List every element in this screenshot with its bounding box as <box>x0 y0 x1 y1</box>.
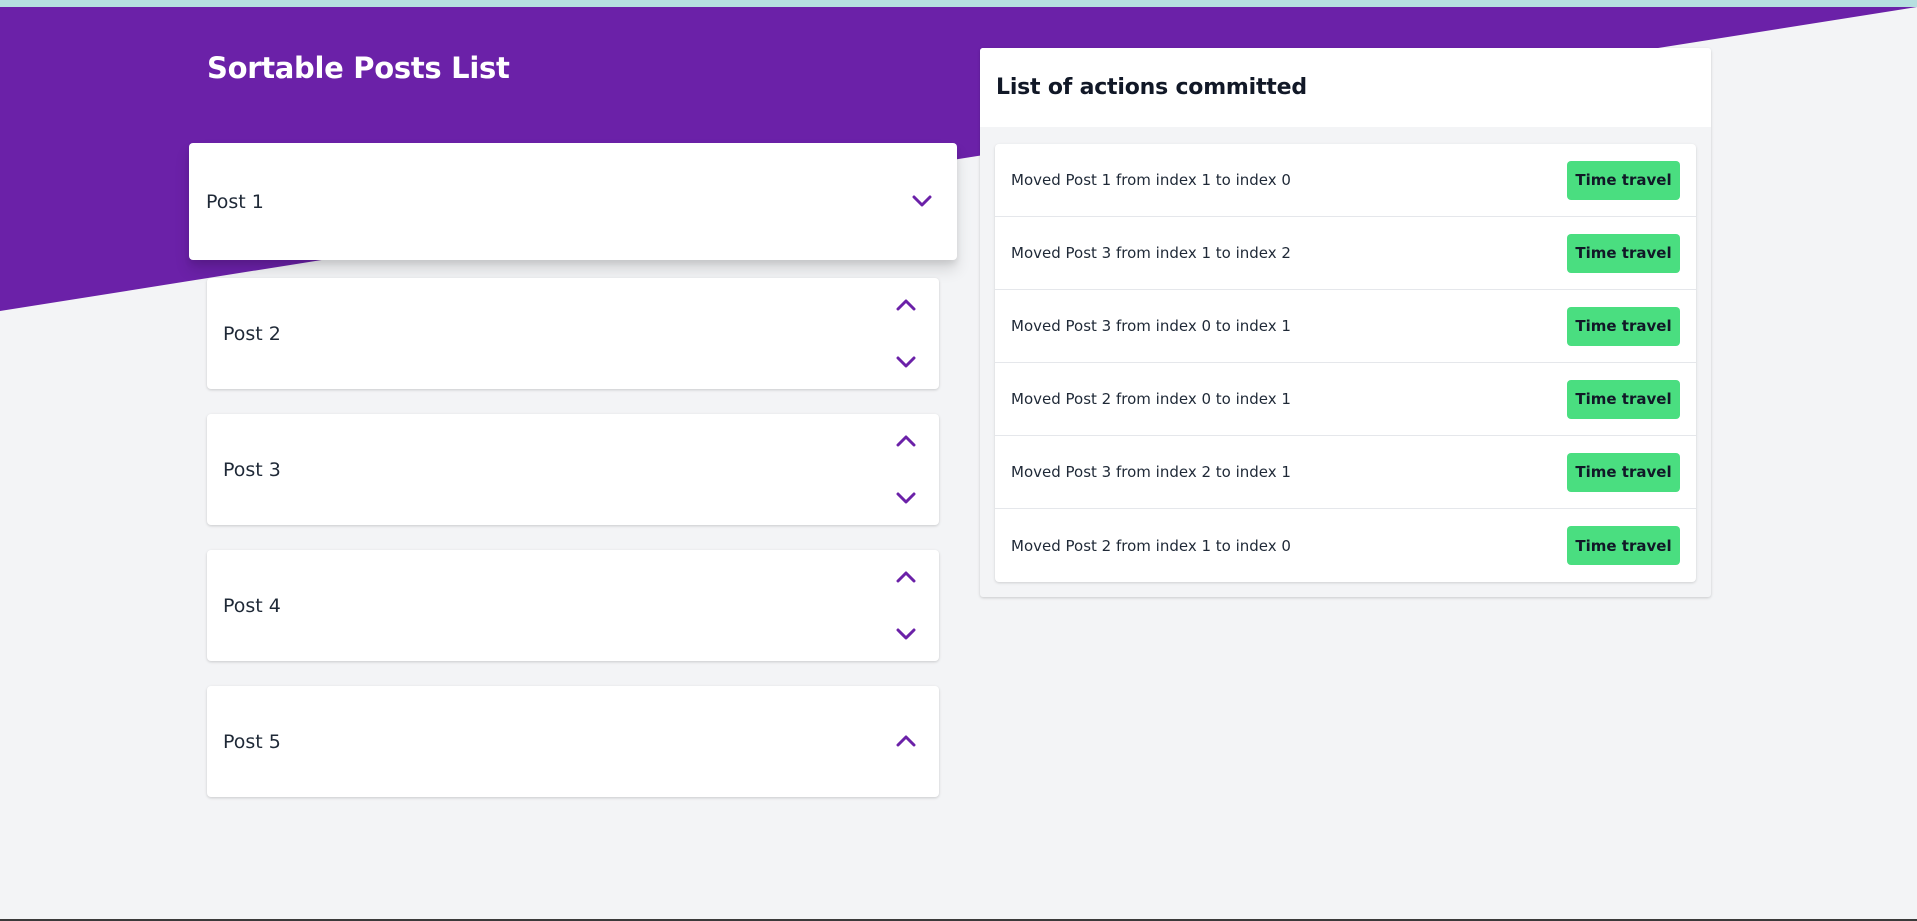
actions-panel-header: List of actions committed <box>980 48 1711 127</box>
action-row: Moved Post 3 from index 2 to index 1 Tim… <box>995 436 1696 509</box>
move-down-button[interactable] <box>895 351 917 373</box>
time-travel-button[interactable]: Time travel <box>1567 526 1680 565</box>
post-item[interactable]: Post 4 <box>207 550 939 661</box>
action-description: Moved Post 3 from index 1 to index 2 <box>1011 244 1291 262</box>
time-travel-button[interactable]: Time travel <box>1567 160 1680 200</box>
time-travel-button[interactable]: Time travel <box>1567 452 1680 492</box>
action-description: Moved Post 2 from index 0 to index 1 <box>1011 390 1291 408</box>
move-up-button[interactable] <box>895 566 917 588</box>
action-row: Moved Post 3 from index 1 to index 2 Tim… <box>995 217 1696 290</box>
post-item[interactable]: Post 3 <box>207 414 939 525</box>
chevron-down-icon <box>912 195 932 207</box>
move-down-button[interactable] <box>895 487 917 509</box>
post-item[interactable]: Post 1 <box>189 143 957 260</box>
chevron-down-icon <box>896 628 916 640</box>
action-row: Moved Post 1 from index 1 to index 0 Tim… <box>995 144 1696 217</box>
action-description: Moved Post 2 from index 1 to index 0 <box>1011 536 1291 555</box>
actions-list: Moved Post 1 from index 1 to index 0 Tim… <box>995 144 1696 582</box>
actions-panel: List of actions committed Moved Post 1 f… <box>980 48 1711 597</box>
move-up-button[interactable] <box>895 430 917 452</box>
chevron-down-icon <box>896 356 916 368</box>
post-title: Post 4 <box>223 594 281 617</box>
move-down-button[interactable] <box>911 190 933 212</box>
action-description: Moved Post 3 from index 0 to index 1 <box>1011 317 1291 335</box>
action-row: Moved Post 2 from index 0 to index 1 Tim… <box>995 363 1696 436</box>
post-item[interactable]: Post 5 <box>207 686 939 797</box>
move-down-button[interactable] <box>895 623 917 645</box>
time-travel-button[interactable]: Time travel <box>1567 233 1680 273</box>
action-description: Moved Post 3 from index 2 to index 1 <box>1011 463 1291 481</box>
action-row: Moved Post 3 from index 0 to index 1 Tim… <box>995 290 1696 363</box>
post-title: Post 2 <box>223 322 281 345</box>
chevron-up-icon <box>896 571 916 583</box>
move-up-button[interactable] <box>895 730 917 752</box>
post-title: Post 1 <box>206 190 264 213</box>
post-title: Post 5 <box>223 730 281 753</box>
move-up-button[interactable] <box>895 294 917 316</box>
action-description: Moved Post 1 from index 1 to index 0 <box>1011 171 1291 189</box>
chevron-down-icon <box>896 492 916 504</box>
time-travel-button[interactable]: Time travel <box>1567 306 1680 346</box>
page-title: Sortable Posts List <box>207 51 510 85</box>
chevron-up-icon <box>896 299 916 311</box>
actions-panel-title: List of actions committed <box>996 75 1307 100</box>
chevron-up-icon <box>896 735 916 747</box>
top-accent-strip <box>0 0 1917 7</box>
post-item[interactable]: Post 2 <box>207 278 939 389</box>
chevron-up-icon <box>896 435 916 447</box>
time-travel-button[interactable]: Time travel <box>1567 379 1680 419</box>
action-row: Moved Post 2 from index 1 to index 0 Tim… <box>995 509 1696 582</box>
post-title: Post 3 <box>223 458 281 481</box>
posts-column: Sortable Posts List Post 1 Post 2 Post 3 <box>189 48 957 797</box>
